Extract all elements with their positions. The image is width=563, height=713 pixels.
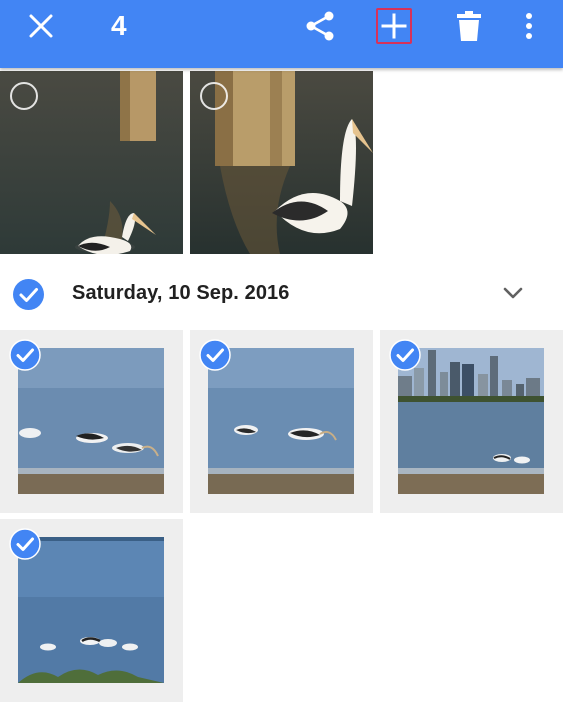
- add-to-button[interactable]: [376, 8, 412, 44]
- photo-pelican-post-2[interactable]: [190, 71, 373, 254]
- selected-check-icon[interactable]: [199, 339, 231, 371]
- more-options-button[interactable]: [514, 0, 544, 52]
- delete-button[interactable]: [450, 0, 488, 52]
- select-circle[interactable]: [200, 82, 228, 110]
- date-section-header: Saturday, 10 Sep. 2016: [0, 268, 563, 320]
- close-selection-button[interactable]: [20, 0, 62, 52]
- delete-icon: [457, 11, 481, 41]
- share-icon: [306, 11, 334, 41]
- photo-tile-pelicans-water[interactable]: [0, 519, 183, 702]
- add-icon: [381, 13, 407, 39]
- selected-check-icon[interactable]: [9, 339, 41, 371]
- photo-tile-city-skyline[interactable]: [380, 330, 563, 513]
- photo-tile-pelicans-shore-2[interactable]: [190, 330, 373, 513]
- share-button[interactable]: [300, 0, 340, 52]
- selection-toolbar: 4: [0, 0, 563, 68]
- selected-check-icon[interactable]: [389, 339, 421, 371]
- selected-check-icon[interactable]: [9, 528, 41, 560]
- section-date-label: Saturday, 10 Sep. 2016: [72, 282, 290, 304]
- photo-pelican-post-1[interactable]: [0, 71, 183, 254]
- photo-tile-pelicans-shore-1[interactable]: [0, 330, 183, 513]
- section-check-icon[interactable]: [13, 279, 44, 310]
- selected-count: 4: [111, 10, 127, 41]
- chevron-down-icon[interactable]: [500, 280, 526, 306]
- close-icon: [29, 14, 53, 38]
- more-vert-icon: [526, 13, 532, 39]
- select-circle[interactable]: [10, 82, 38, 110]
